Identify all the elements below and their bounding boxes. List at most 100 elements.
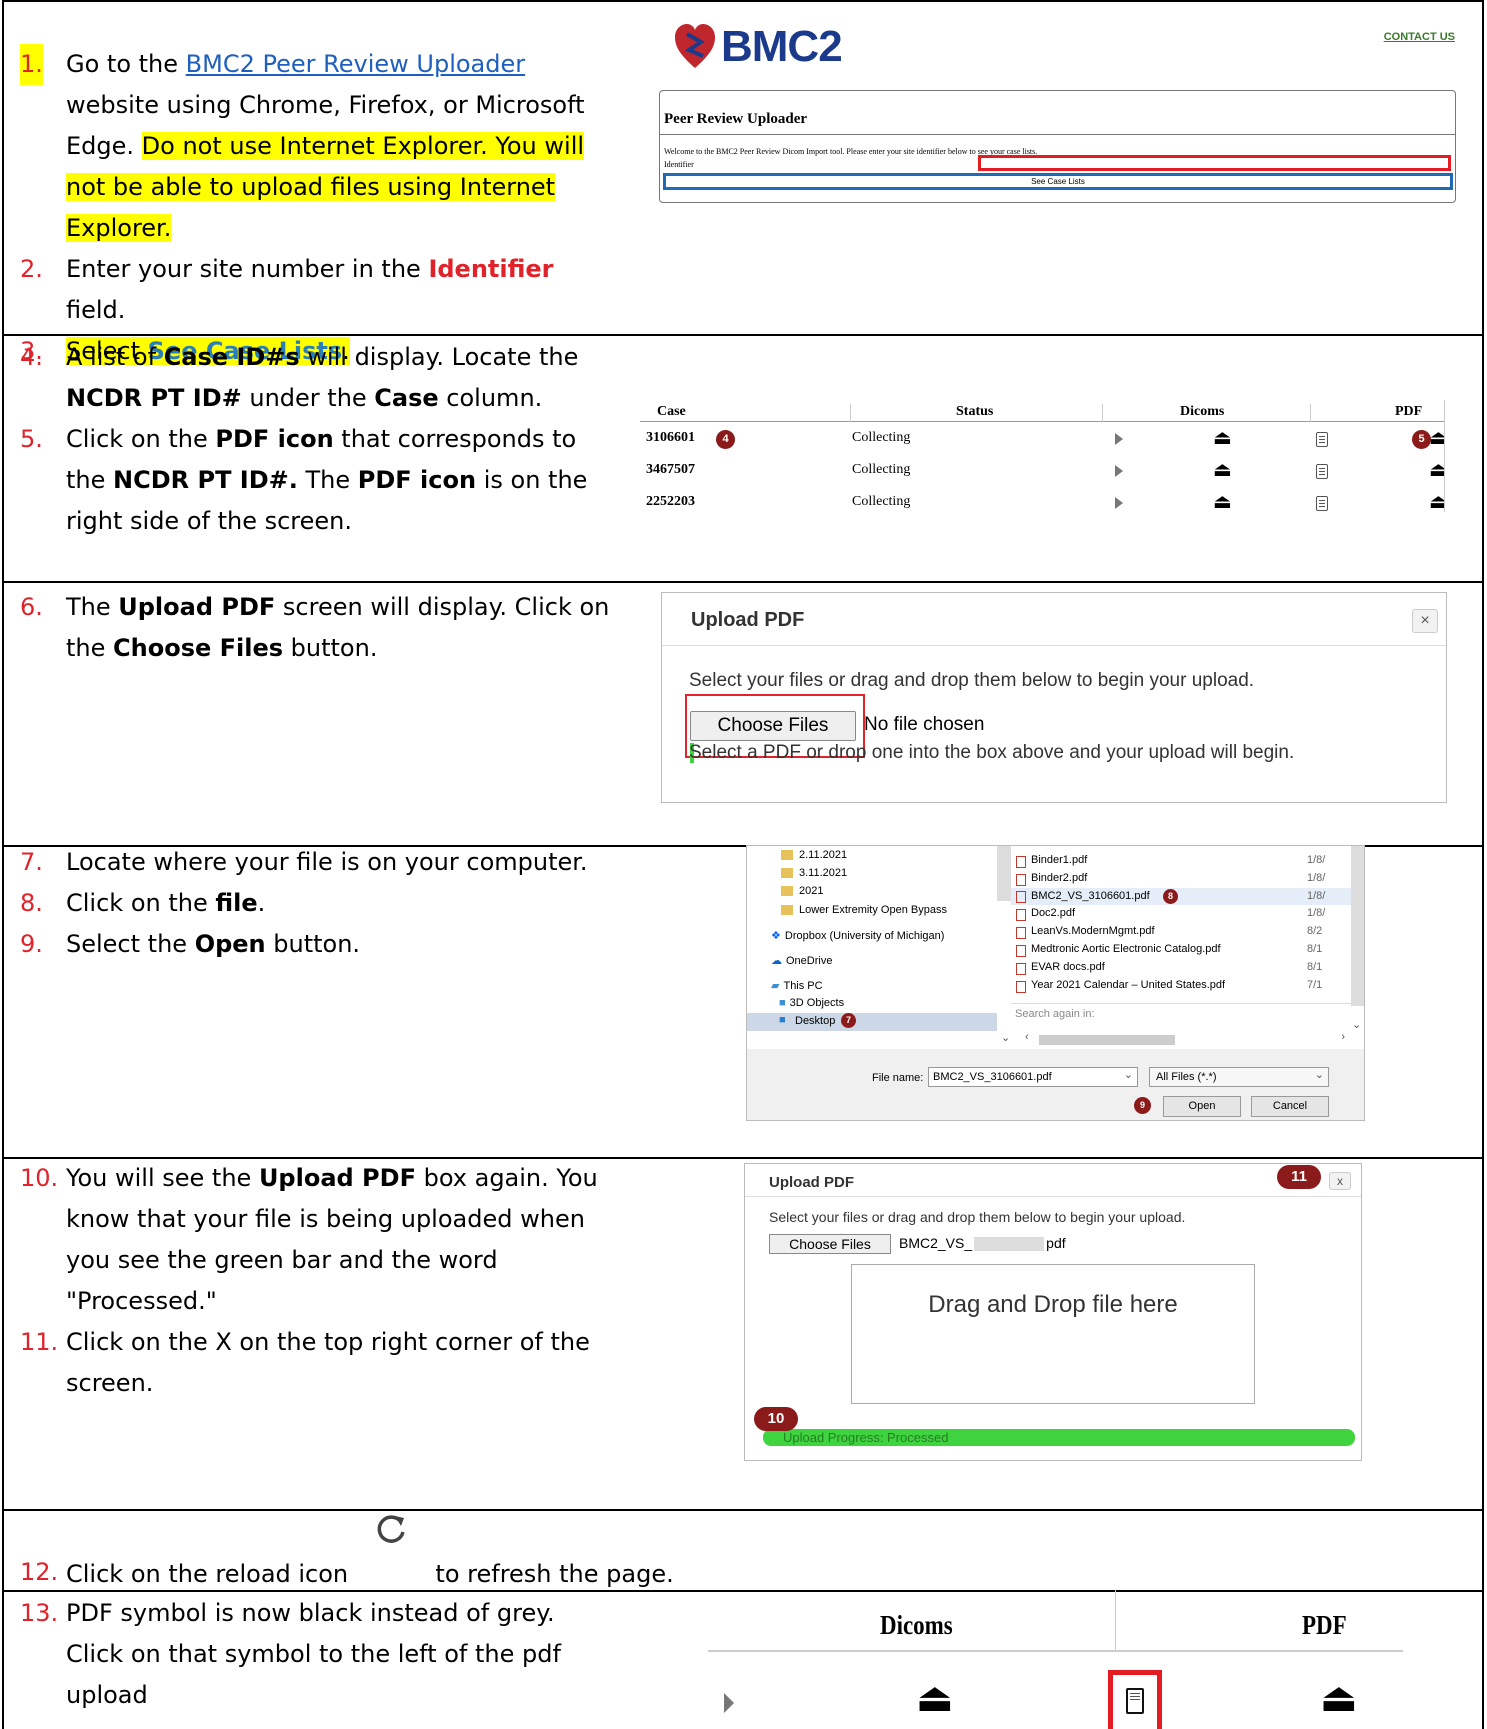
close-button[interactable]: × <box>1412 609 1438 633</box>
uploader-box: Peer Review Uploader Welcome to the BMC2… <box>659 90 1456 203</box>
chevron-down-icon[interactable]: ⌄ <box>1352 1018 1361 1031</box>
uploader-screenshot: BMC2 CONTACT US Peer Review Uploader Wel… <box>655 10 1456 210</box>
step-text: under the <box>241 384 375 412</box>
see-case-lists-button[interactable]: See Case Lists <box>663 173 1453 190</box>
drop-zone[interactable]: Drag and Drop file here <box>851 1264 1255 1404</box>
case-id: 3106601 <box>646 430 695 445</box>
play-icon[interactable] <box>1115 465 1123 477</box>
chevron-down-icon: ⌄ <box>1314 1069 1324 1081</box>
dicom-upload-icon[interactable]: ⏏ <box>1213 460 1232 480</box>
close-button[interactable]: x <box>1329 1172 1351 1190</box>
nav-scrollbar[interactable] <box>997 846 1011 901</box>
step-text: PDF symbol is now black instead of grey.… <box>66 1599 561 1709</box>
file-type-select[interactable]: All Files (*.*) ⌄ <box>1149 1067 1329 1087</box>
identifier-term: Identifier <box>428 255 554 283</box>
chevron-right-icon[interactable]: › <box>1341 1031 1345 1043</box>
uploader-link[interactable]: BMC2 Peer Review Uploader <box>186 50 525 78</box>
col-status: Status <box>956 404 994 419</box>
play-icon[interactable] <box>724 1693 734 1713</box>
bmc2-logo: BMC2 <box>675 22 843 72</box>
reload-icon-svg <box>377 1515 405 1543</box>
status: Collecting <box>852 462 911 477</box>
file-date: 1/8/ <box>1307 854 1326 866</box>
col-dicoms: Dicoms <box>1180 404 1225 419</box>
step-number: 7. <box>20 848 43 876</box>
nav-item[interactable]: ☁ OneDrive <box>771 954 832 967</box>
heart-logo-icon <box>675 24 715 68</box>
steps-7-9: 7. Locate where your file is on your com… <box>20 842 610 965</box>
folder-icon <box>781 886 793 897</box>
play-icon[interactable] <box>1115 497 1123 509</box>
pdf-upload-icon[interactable]: ⏏ <box>1429 460 1444 480</box>
step-text: button. <box>265 930 361 958</box>
close-icon: × <box>1420 612 1430 629</box>
step-bold: NCDR PT ID# <box>66 384 242 412</box>
choose-files-button[interactable]: Choose Files <box>769 1234 891 1254</box>
contact-us-link[interactable]: CONTACT US <box>1384 31 1455 43</box>
step-text: Click on the X on the top right corner o… <box>66 1328 590 1397</box>
pdf-upload-icon[interactable]: ⏏ <box>1429 492 1444 512</box>
play-icon[interactable] <box>1115 433 1123 445</box>
pdf-view-icon[interactable] <box>1126 1688 1144 1714</box>
file-row[interactable]: Doc2.pdf 1/8/ <box>1011 907 1351 923</box>
pdf-upload-icon[interactable]: ⏏ <box>1429 428 1444 448</box>
pdf-view-icon[interactable] <box>1316 464 1328 479</box>
nav-item[interactable]: ■ 3D Objects <box>779 997 844 1009</box>
file-row[interactable]: LeanVs.ModernMgmt.pdf 8/2 <box>1011 925 1351 941</box>
file-prefix: BMC2_VS_ <box>899 1235 973 1251</box>
steps-1-3: 1. Go to the BMC2 Peer Review Uploader w… <box>20 44 610 372</box>
header-divider <box>1310 404 1311 422</box>
progress-bar: Upload Progress: Processed <box>763 1429 1355 1446</box>
pdf-upload-icon[interactable]: ⏏ <box>1320 1678 1358 1718</box>
case-id: 3467507 <box>646 462 695 477</box>
file-row[interactable]: Binder1.pdf 1/8/ <box>1011 854 1351 870</box>
step-12-block: 12. Click on the reload icon to refresh … <box>20 1515 740 1595</box>
nav-item[interactable]: 2.11.2021 <box>781 849 847 861</box>
chosen-file: BMC2_VS_ pdf <box>899 1235 1066 1252</box>
pdf-view-icon[interactable] <box>1316 432 1328 447</box>
open-button[interactable]: Open <box>1163 1096 1241 1117</box>
step-text: Enter your site number in the <box>66 255 429 283</box>
step-number: 13. <box>20 1599 59 1627</box>
nav-item-desktop[interactable]: ■ Desktop 7 <box>747 1013 997 1031</box>
dicom-upload-icon[interactable]: ⏏ <box>1213 428 1232 448</box>
pdf-file-icon <box>1016 856 1026 868</box>
nav-item[interactable]: 2021 <box>781 885 823 897</box>
chevron-down-icon[interactable]: ⌄ <box>1001 1031 1010 1044</box>
h-scroll-thumb[interactable] <box>1039 1035 1175 1045</box>
nav-label: Lower Extremity Open Bypass <box>799 904 947 916</box>
nav-item[interactable]: 3.11.2021 <box>781 867 847 879</box>
file-row[interactable]: EVAR docs.pdf 8/1 <box>1011 961 1351 977</box>
step-bold: PDF icon <box>357 466 477 494</box>
file-row[interactable]: Year 2021 Calendar – United States.pdf 7/… <box>1011 979 1351 995</box>
file-name: Binder1.pdf <box>1031 854 1088 866</box>
pdf-file-icon <box>1016 945 1026 957</box>
nav-label: 2.11.2021 <box>799 849 848 861</box>
dicom-upload-icon[interactable]: ⏏ <box>1213 492 1232 512</box>
chevron-left-icon[interactable]: ‹ <box>1025 1031 1029 1043</box>
pdf-view-icon[interactable] <box>1316 496 1328 511</box>
file-row[interactable]: Binder2.pdf 1/8/ <box>1011 872 1351 888</box>
filename-input[interactable]: BMC2_VS_3106601.pdf ⌄ <box>928 1067 1138 1087</box>
file-name: Binder2.pdf <box>1031 872 1088 884</box>
dialog-divider <box>745 1196 1361 1197</box>
nav-item[interactable]: Lower Extremity Open Bypass <box>781 904 947 916</box>
step-9: 9. Select the Open button. <box>20 924 610 965</box>
file-row-selected[interactable]: BMC2_VS_3106601.pdf 8 1/8/ <box>1011 888 1351 905</box>
nav-item[interactable]: ▰ This PC <box>771 979 823 992</box>
nav-item[interactable]: ❖ Dropbox (University of Michigan) <box>771 929 944 942</box>
h-scrollbar[interactable]: ‹ › <box>1025 1031 1345 1045</box>
step-number: 5. <box>20 425 43 453</box>
file-list-scrollbar[interactable] <box>1351 846 1364 1006</box>
upload-progress-dialog: Upload PDF 11 x Select your files or dra… <box>744 1163 1362 1461</box>
identifier-input[interactable] <box>978 155 1451 171</box>
col-case: Case <box>657 404 686 419</box>
step-text: A list of <box>66 343 164 371</box>
step-bold: Choose Files <box>113 634 284 662</box>
search-again-text: Search again in: <box>1015 1008 1095 1020</box>
file-row[interactable]: Medtronic Aortic Electronic Catalog.pdf 8… <box>1011 943 1351 959</box>
reload-icon[interactable] <box>356 1515 428 1582</box>
step-bold: Case <box>374 384 439 412</box>
cancel-button[interactable]: Cancel <box>1251 1096 1329 1117</box>
dicom-upload-icon[interactable]: ⏏ <box>916 1678 954 1718</box>
